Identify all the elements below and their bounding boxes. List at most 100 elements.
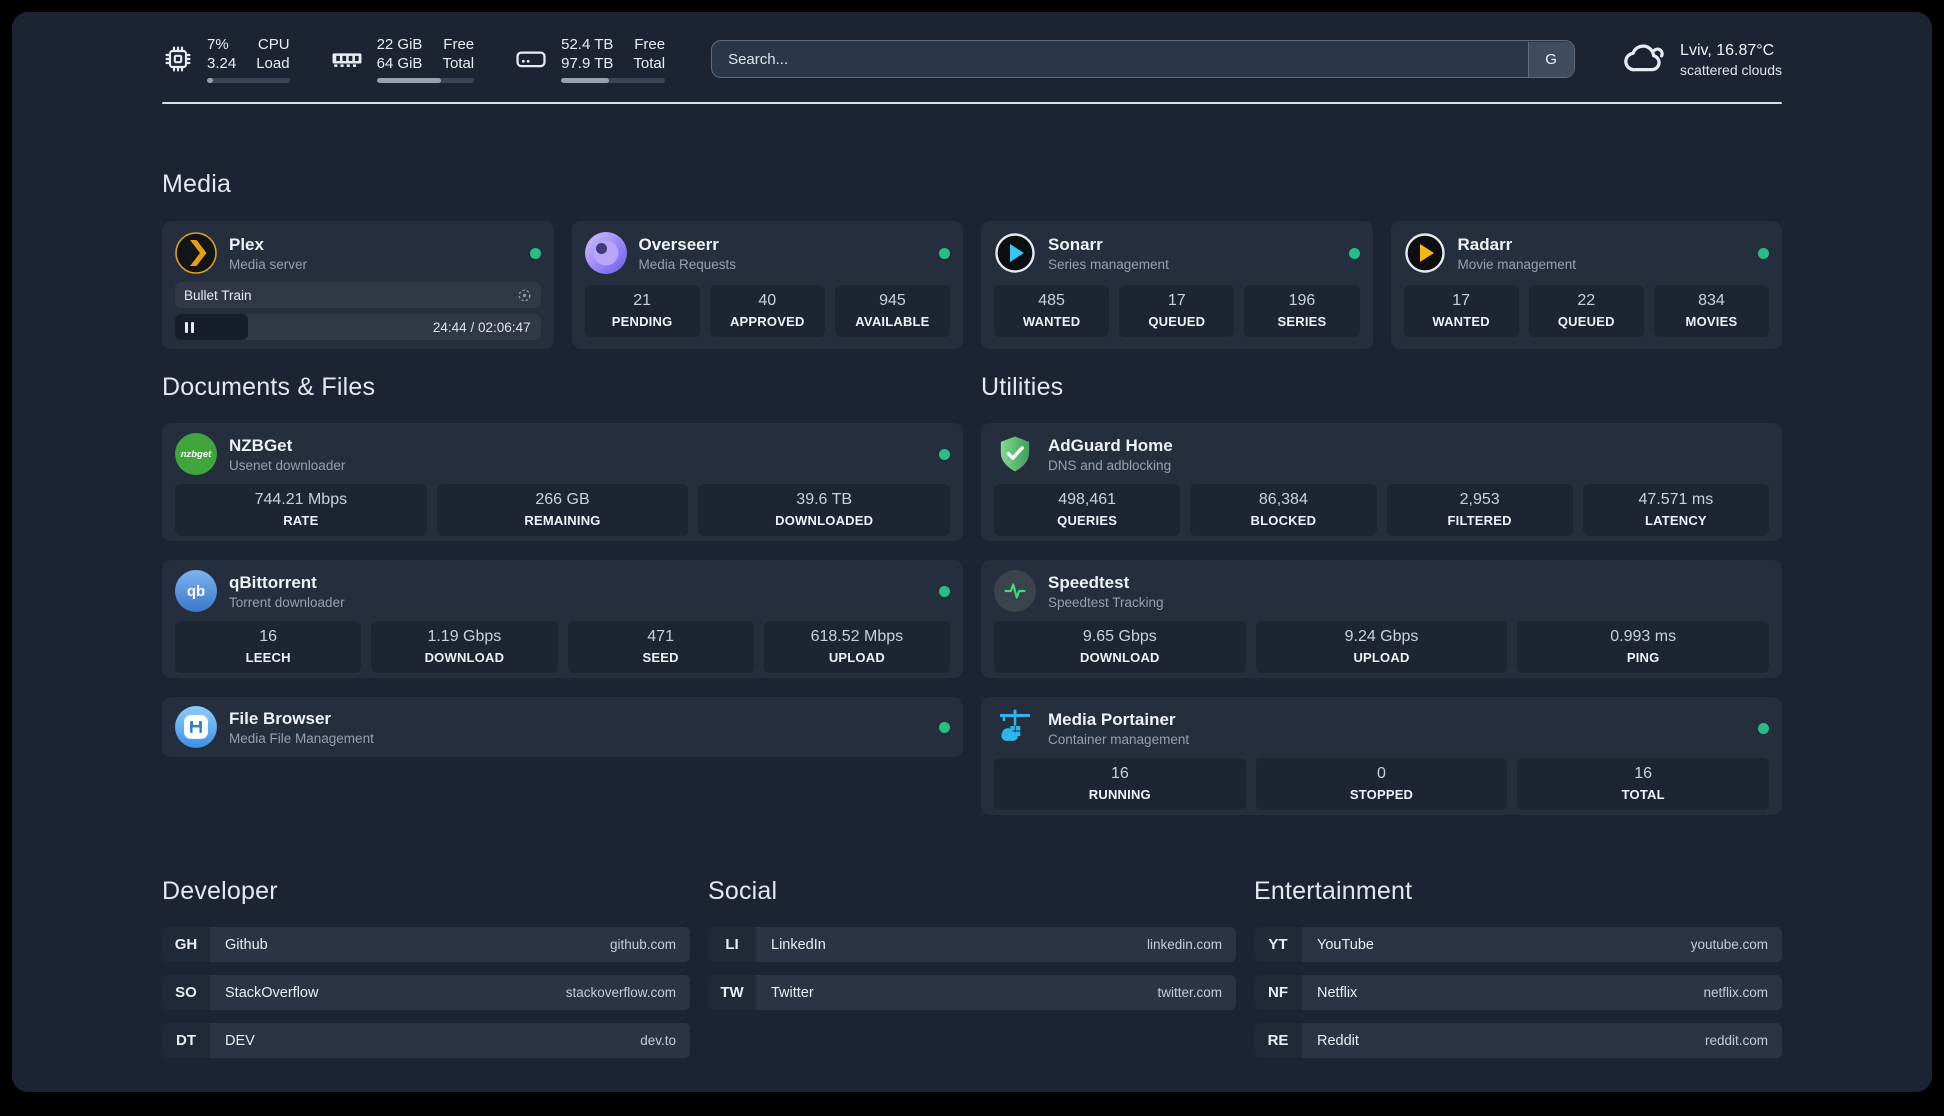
- stat-tile: 9.65 Gbps DOWNLOAD: [994, 621, 1246, 673]
- stat-value: 945: [879, 292, 906, 309]
- cpu-usage-value: 7%: [207, 36, 229, 53]
- stat-tile: 0 STOPPED: [1255, 758, 1508, 810]
- adguard-card[interactable]: AdGuard Home DNS and adblocking 498,461 …: [981, 423, 1782, 541]
- playback-progress-bar[interactable]: 24:44 / 02:06:47: [175, 314, 541, 340]
- stat-label: QUEUED: [1557, 314, 1615, 329]
- stat-label: RATE: [283, 513, 319, 528]
- section-title-developer: Developer: [162, 877, 278, 905]
- stat-label: WANTED: [1432, 314, 1490, 329]
- stat-tile: 21 PENDING: [584, 285, 700, 337]
- stat-tile: 16 RUNNING: [994, 758, 1246, 810]
- storage-free-value: 52.4 TB: [561, 36, 614, 53]
- stat-label: DOWNLOAD: [1080, 650, 1160, 665]
- app-name: Sonarr: [1048, 234, 1103, 254]
- memory-free-label: Free: [443, 36, 475, 53]
- link-url: github.com: [609, 937, 676, 952]
- link-dev[interactable]: DT DEV dev.to: [162, 1023, 690, 1058]
- stat-tile: 834 MOVIES: [1653, 285, 1770, 337]
- sonarr-card[interactable]: Sonarr Series management 485 WANTED 17 Q…: [981, 221, 1373, 349]
- link-netflix[interactable]: NF Netflix netflix.com: [1254, 975, 1782, 1010]
- stat-label: MOVIES: [1685, 314, 1738, 329]
- app-name: Media Portainer: [1048, 709, 1176, 729]
- plex-card[interactable]: Plex Media server Bullet Train 24:44 / 0…: [162, 221, 554, 349]
- app-name: NZBGet: [229, 435, 293, 455]
- stat-tile: 39.6 TB DOWNLOADED: [698, 484, 951, 536]
- stat-value: 16: [1110, 765, 1129, 782]
- link-url: dev.to: [640, 1033, 676, 1048]
- top-bar: 7% 3.24 CPU Load 22 GiB 64 GiB Free Tota…: [162, 28, 1782, 90]
- link-twitter[interactable]: TW Twitter twitter.com: [708, 975, 1236, 1010]
- speedtest-card[interactable]: Speedtest Speedtest Tracking 9.65 Gbps D…: [981, 560, 1782, 678]
- link-abbr: GH: [162, 927, 210, 962]
- memory-icon: [330, 42, 364, 76]
- stat-label: TOTAL: [1621, 787, 1665, 802]
- filebrowser-card[interactable]: File Browser Media File Management: [162, 697, 963, 757]
- link-reddit[interactable]: RE Reddit reddit.com: [1254, 1023, 1782, 1058]
- radarr-card[interactable]: Radarr Movie management 17 WANTED 22 QUE…: [1390, 221, 1782, 349]
- nzbget-card[interactable]: nzbget NZBGet Usenet downloader 744.21 M…: [162, 423, 963, 541]
- stat-value: 744.21 Mbps: [254, 491, 348, 508]
- stat-tile: 485 WANTED: [994, 285, 1110, 337]
- stat-value: 2,953: [1459, 491, 1500, 508]
- stat-label: FILTERED: [1447, 513, 1512, 528]
- stat-value: 22: [1577, 292, 1596, 309]
- app-name: Radarr: [1457, 234, 1513, 254]
- stat-tile: 0.993 ms PING: [1517, 621, 1770, 673]
- portainer-card[interactable]: Media Portainer Container management 16 …: [981, 697, 1782, 815]
- app-description: Container management: [1048, 731, 1190, 747]
- stat-value: 16: [259, 628, 278, 645]
- status-dot: [1758, 247, 1769, 259]
- overseerr-card[interactable]: Overseerr Media Requests 21 PENDING 40 A…: [571, 221, 963, 349]
- weather-widget[interactable]: Lviv, 16.87°C scattered clouds: [1621, 34, 1782, 85]
- stat-tile: 266 GB REMAINING: [436, 484, 689, 536]
- status-dot: [1758, 722, 1769, 734]
- app-description: DNS and adblocking: [1048, 457, 1172, 473]
- search-provider-button[interactable]: G: [1527, 41, 1574, 77]
- link-name: Twitter: [771, 984, 814, 1001]
- link-url: reddit.com: [1704, 1033, 1768, 1048]
- app-name: Speedtest: [1048, 572, 1130, 592]
- section-title-media: Media: [162, 170, 232, 198]
- player-session-icon[interactable]: [517, 288, 532, 303]
- weather-condition: scattered clouds: [1680, 61, 1782, 78]
- app-description: Torrent downloader: [229, 594, 345, 610]
- memory-progress-bar: [376, 78, 475, 83]
- stat-value: 39.6 TB: [796, 491, 853, 508]
- stat-value: 86,384: [1258, 491, 1308, 508]
- stat-label: LEECH: [245, 650, 291, 665]
- stat-tile: 40 APPROVED: [709, 285, 825, 337]
- stat-value: 471: [647, 628, 674, 645]
- link-youtube[interactable]: YT YouTube youtube.com: [1254, 927, 1782, 962]
- status-dot: [939, 585, 950, 597]
- link-name: YouTube: [1317, 936, 1374, 953]
- section-title-social: Social: [708, 877, 778, 905]
- link-github[interactable]: GH Github github.com: [162, 927, 690, 962]
- link-stackoverflow[interactable]: SO StackOverflow stackoverflow.com: [162, 975, 690, 1010]
- link-linkedin[interactable]: LI LinkedIn linkedin.com: [708, 927, 1236, 962]
- app-description: Media Requests: [638, 256, 737, 272]
- link-abbr: LI: [708, 927, 756, 962]
- cpu-icon: [162, 43, 194, 75]
- cloud-icon: [1621, 34, 1667, 85]
- memory-total-value: 64 GiB: [376, 55, 423, 72]
- stat-label: UPLOAD: [828, 650, 885, 665]
- app-name: AdGuard Home: [1048, 435, 1173, 455]
- link-url: stackoverflow.com: [565, 985, 676, 1000]
- cpu-progress-bar: [207, 78, 290, 83]
- stat-label: WANTED: [1022, 314, 1081, 329]
- status-dot: [939, 721, 950, 733]
- stat-label: BLOCKED: [1250, 513, 1317, 528]
- stat-tile: 86,384 BLOCKED: [1190, 484, 1377, 536]
- stat-tile: 2,953 FILTERED: [1386, 484, 1573, 536]
- stat-label: UPLOAD: [1353, 650, 1410, 665]
- search-input[interactable]: [711, 40, 1576, 78]
- app-name: Overseerr: [638, 234, 719, 254]
- link-name: Netflix: [1317, 984, 1358, 1001]
- status-dot: [939, 247, 950, 259]
- memory-stat: 22 GiB 64 GiB Free Total: [330, 35, 475, 83]
- storage-free-label: Free: [634, 36, 666, 53]
- stat-value: 47.571 ms: [1638, 491, 1714, 508]
- sonarr-icon: [994, 232, 1036, 274]
- qbittorrent-card[interactable]: qb qBittorrent Torrent downloader 16 LEE…: [162, 560, 963, 678]
- app-description: Media File Management: [229, 730, 374, 746]
